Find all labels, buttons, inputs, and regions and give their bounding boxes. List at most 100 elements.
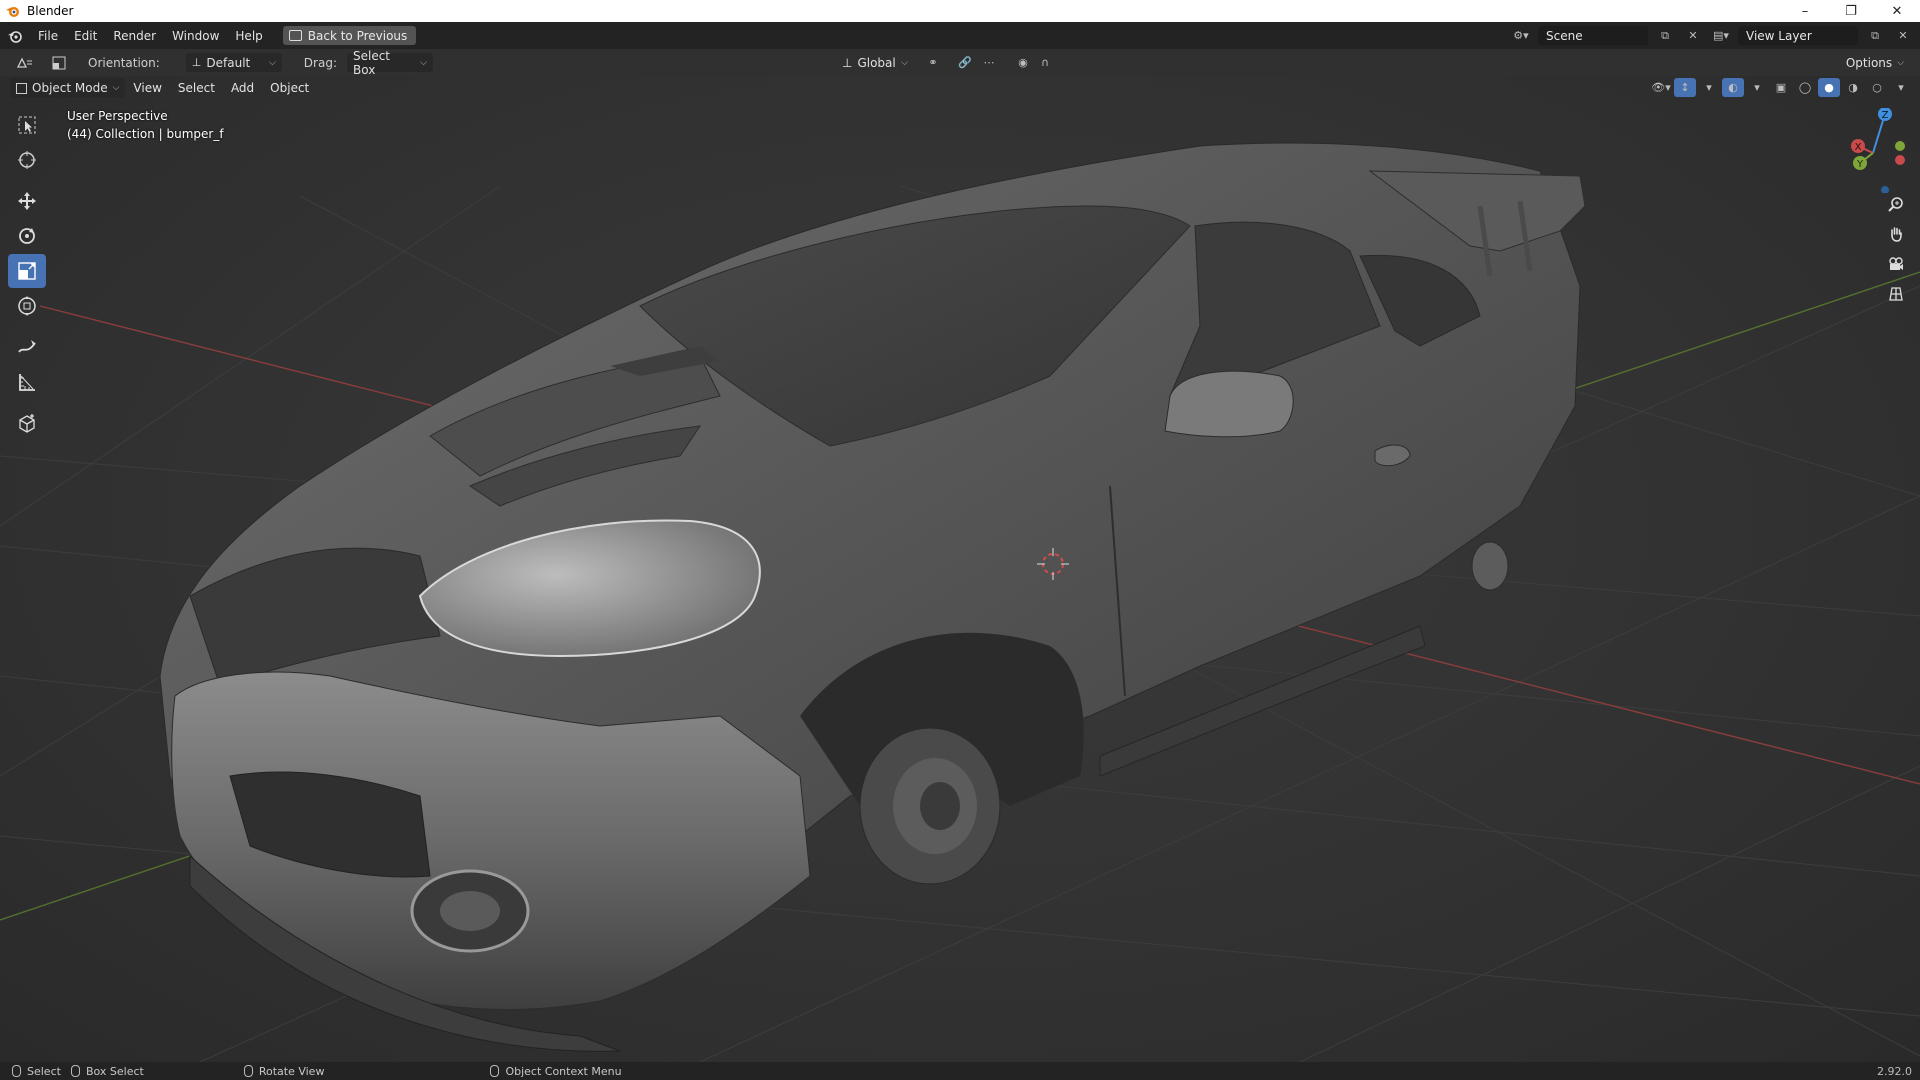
solid-shading-icon[interactable]: ● [1818,78,1840,97]
status-bar: Select Box Select Rotate View Object Con… [0,1062,1920,1080]
gizmo-toggle-icon[interactable]: ↕ [1674,78,1696,97]
car-model[interactable] [159,142,1586,1052]
tool-select-box[interactable] [8,108,46,142]
navigation-gizmo[interactable]: Z X Y [1838,108,1908,193]
back-to-previous-button[interactable]: Back to Previous [282,26,417,45]
orientation-value: Default [206,55,251,70]
camera-view-button[interactable] [1884,252,1908,276]
neg-y-axis-handle[interactable] [1895,141,1905,151]
tool-header: Orientation: ⊥ Default ⌵ Drag: Select Bo… [0,49,1920,77]
wireframe-shading-icon[interactable]: ◯ [1794,78,1816,97]
menu-window[interactable]: Window [164,22,227,49]
z-axis-label: Z [1882,110,1889,121]
overlay-dropdown-icon[interactable]: ▾ [1746,78,1768,97]
status-rotate-view-label: Rotate View [258,1064,325,1078]
transform-orientation-dropdown[interactable]: ⊥ Global ⌵ [836,53,914,72]
view-layer-name: View Layer [1746,28,1812,43]
proportional-editing-toggle[interactable]: ◉ [1012,53,1034,72]
delete-scene-icon[interactable]: ✕ [1682,26,1704,45]
tool-move[interactable] [8,184,46,218]
scene-name-field[interactable]: Scene [1538,26,1648,45]
new-view-layer-icon[interactable]: ⧉ [1864,26,1886,45]
menu-select[interactable]: Select [170,76,223,102]
global-axes-icon: ⊥ [842,55,853,70]
close-button[interactable]: ✕ [1874,0,1920,22]
blender-menu-button[interactable] [0,22,30,49]
chevron-down-icon: ⌵ [268,57,276,68]
tool-scale[interactable] [8,254,46,288]
viewport-header: Object Mode ⌵ View Select Add Object 👁▾ … [0,76,1920,100]
snap-target-dropdown[interactable]: ⋯ [978,53,1000,72]
menu-view[interactable]: View [125,76,169,102]
mouse-right-icon [490,1065,500,1077]
viewport-shading-controls: 👁▾ ↕ ▾ ◐ ▾ ▣ ◯ ● ◑ ○ ▾ [1650,78,1912,97]
menu-add[interactable]: Add [223,76,262,102]
blender-logo-icon [6,7,19,17]
chevron-down-icon: ⌵ [1897,57,1904,68]
menu-render[interactable]: Render [105,22,164,49]
view-layer-name-field[interactable]: View Layer [1738,26,1858,45]
gizmo-dropdown-icon[interactable]: ▾ [1698,78,1720,97]
status-select: Select [12,1065,61,1078]
pivot-point-dropdown[interactable]: ⚭ [922,53,944,72]
neg-x-axis-handle[interactable] [1895,155,1905,165]
add-cube-icon [19,414,35,433]
tool-cursor[interactable] [8,143,46,177]
transform-orientation-value: Global [857,55,896,70]
options-dropdown[interactable]: Options ⌵ [1840,53,1910,72]
active-tool-icon[interactable] [48,53,70,72]
minimize-button[interactable]: – [1782,0,1828,22]
status-context-menu-label: Object Context Menu [505,1064,622,1078]
tool-annotate[interactable] [8,330,46,364]
scale-icon [18,262,36,280]
hand-icon [1891,227,1902,242]
measure-icon [19,374,35,391]
menu-edit[interactable]: Edit [66,22,105,49]
chevron-down-icon: ⌵ [112,83,120,93]
drag-dropdown[interactable]: Select Box ⌵ [346,49,433,77]
tool-rotate[interactable] [8,219,46,253]
pan-view-button[interactable] [1884,222,1908,246]
tool-add-cube[interactable] [8,406,46,440]
back-to-previous-label: Back to Previous [307,28,408,43]
orientation-dropdown[interactable]: ⊥ Default ⌵ [185,53,282,72]
snap-toggle[interactable]: 🔗 [954,53,976,72]
blender-logo-icon [8,30,22,43]
version-label: 2.92.0 [1877,1064,1912,1078]
status-context-menu: Object Context Menu [490,1064,622,1078]
left-toolbar [8,108,48,441]
rotate-icon [19,228,35,244]
cursor-icon [18,151,36,169]
restore-button[interactable]: ❐ [1828,0,1874,22]
new-scene-icon[interactable]: ⧉ [1654,26,1676,45]
xray-toggle-icon[interactable]: ▣ [1770,78,1792,97]
tool-transform[interactable] [8,289,46,323]
menu-help[interactable]: Help [227,22,270,49]
view-layer-browse-icon[interactable]: ▤▾ [1710,26,1732,45]
rendered-shading-icon[interactable]: ○ [1866,78,1888,97]
delete-view-layer-icon[interactable]: ✕ [1892,26,1914,45]
window-title: Blender [27,4,74,18]
editor-type-dropdown[interactable] [10,53,40,72]
tool-measure[interactable] [8,365,46,399]
scene-browse-icon[interactable]: ⚙▾ [1510,26,1532,45]
orientation-axis-icon: ⊥ [191,56,202,69]
zoom-view-button[interactable] [1884,192,1908,216]
3d-viewport[interactable]: Object Mode ⌵ View Select Add Object 👁▾ … [0,76,1920,1062]
overlay-toggle-icon[interactable]: ◐ [1722,78,1744,97]
zoom-icon [1888,197,1903,212]
scene-name: Scene [1546,28,1583,43]
view-perspective-label: User Perspective [67,109,168,123]
ortho-toggle-button[interactable] [1884,282,1908,306]
move-icon [18,192,36,210]
top-menubar: File Edit Render Window Help Back to Pre… [0,22,1920,49]
menu-file[interactable]: File [30,22,66,49]
transform-icon [18,296,36,316]
object-mode-label: Object Mode [32,81,108,95]
shading-dropdown-icon[interactable]: ▾ [1890,78,1912,97]
proportional-falloff-dropdown[interactable]: ∩ [1034,53,1056,72]
material-shading-icon[interactable]: ◑ [1842,78,1864,97]
visibility-eye-icon[interactable]: 👁▾ [1650,78,1672,97]
object-mode-dropdown[interactable]: Object Mode ⌵ [10,78,126,98]
menu-object[interactable]: Object [262,76,317,102]
